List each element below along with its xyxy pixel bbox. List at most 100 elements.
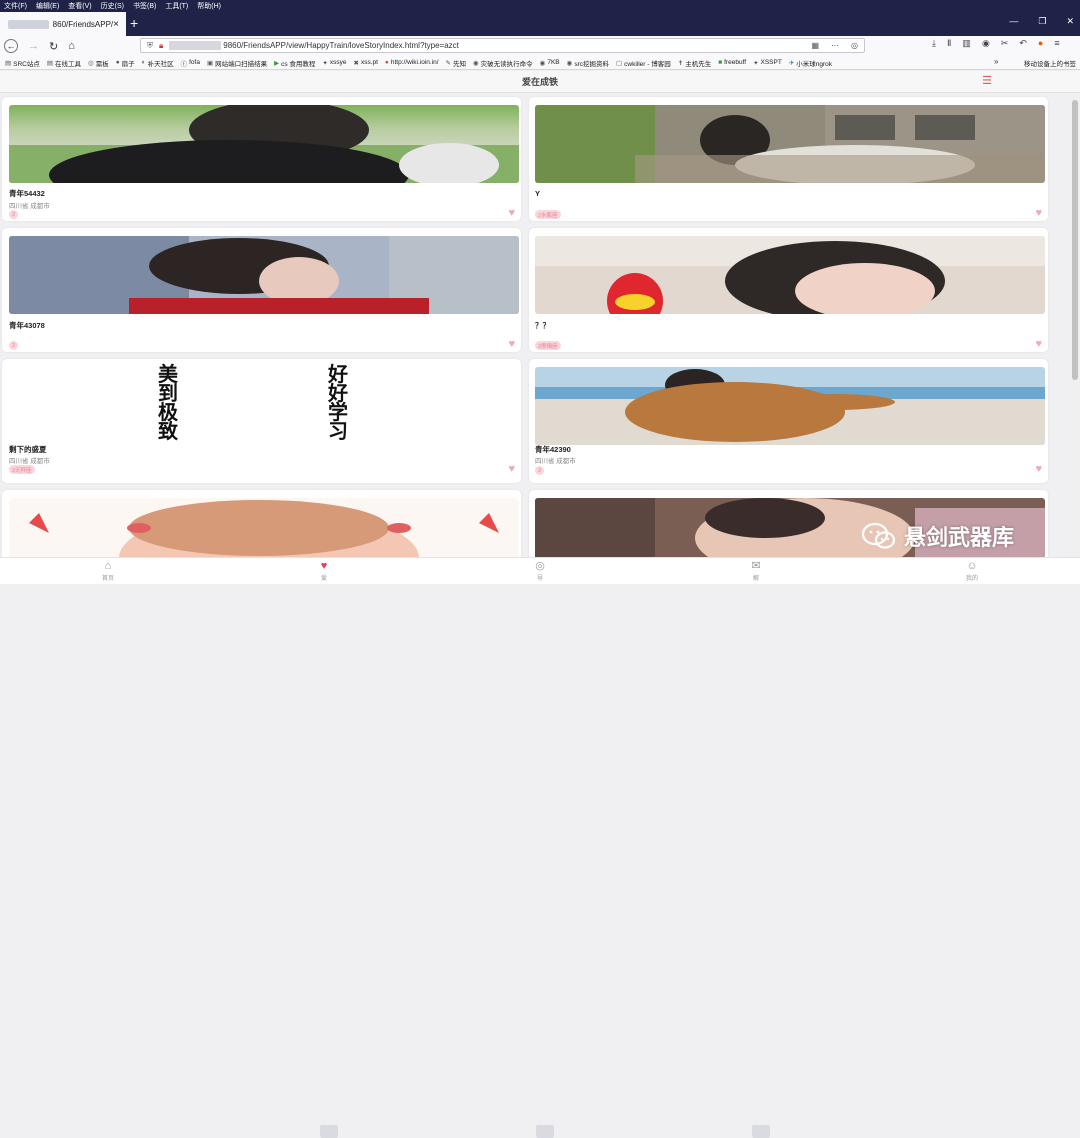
menu-tools[interactable]: 工具(T) xyxy=(165,1,188,11)
site-icon: ▶ xyxy=(274,59,280,67)
heart-icon[interactable]: ♥ xyxy=(508,338,515,350)
github-icon: ◉ xyxy=(539,59,546,67)
bookmark-item[interactable]: ● 扇子 xyxy=(116,58,135,68)
bookmark-item[interactable]: ✝ 主机先生 xyxy=(678,58,711,68)
firefox-icon[interactable]: ● xyxy=(1038,38,1043,49)
zodiac-tag: 2天秤座 xyxy=(9,465,35,474)
photo-art xyxy=(29,500,499,557)
menu-history[interactable]: 历史(S) xyxy=(101,1,124,11)
menu-edit[interactable]: 编辑(E) xyxy=(36,1,59,11)
menu-view[interactable]: 查看(V) xyxy=(68,1,91,11)
profile-card[interactable]: 青年42390 四川省 成都市 2 ♥ xyxy=(529,359,1048,483)
bookmark-item[interactable]: ▶ cs 食用教程 xyxy=(274,58,315,68)
sidebar-icon[interactable]: ▥ xyxy=(962,38,971,49)
profile-card[interactable] xyxy=(2,490,521,557)
bookmark-item[interactable]: ✖ xss.pt xyxy=(353,59,377,67)
heart-icon[interactable]: ♥ xyxy=(1035,207,1042,219)
menu-icon[interactable]: ≡ xyxy=(1054,38,1059,49)
profile-card[interactable]: Y 2水瓶座 ♥ xyxy=(529,97,1048,221)
bookmark-item[interactable]: ▤ SRC站点 xyxy=(5,58,40,68)
poster-char: 习 xyxy=(328,419,348,443)
photo-art xyxy=(9,236,519,314)
home-icon[interactable]: ⌂ xyxy=(68,40,75,52)
menu-help[interactable]: 帮助(H) xyxy=(197,1,221,11)
text-poster: 美 到 极 致 好 好 学 习 xyxy=(122,363,402,443)
profile-photo xyxy=(9,498,519,557)
new-tab-button[interactable]: + xyxy=(130,15,138,31)
bookmark-item[interactable]: ⓕ fofa xyxy=(181,58,200,68)
mobile-bookmarks[interactable]: 移动设备上的书签 xyxy=(1024,58,1076,68)
screenshot-icon[interactable]: ✂ xyxy=(1001,38,1009,49)
undo-icon[interactable]: ↶ xyxy=(1019,38,1027,49)
reader-icon[interactable]: ◎ xyxy=(851,41,858,50)
photo-art xyxy=(535,236,1045,314)
close-window-icon[interactable]: ✕ xyxy=(1066,16,1074,27)
profile-photo xyxy=(535,236,1045,314)
tab-guide[interactable]: ◎ 导 xyxy=(520,560,560,582)
compass-icon: ◎ xyxy=(535,560,545,572)
profile-card[interactable]: 美 到 极 致 好 好 学 习 剩下的盛夏 四川省 成都市 2天秤座 ♥ xyxy=(2,359,521,483)
photo-art xyxy=(9,105,519,183)
heart-icon[interactable]: ♥ xyxy=(508,463,515,475)
heart-icon[interactable]: ♥ xyxy=(508,207,515,219)
site-icon: ✝ xyxy=(677,59,684,67)
library-icon[interactable]: Ⅱ xyxy=(947,38,951,49)
profile-name: 青年42390 xyxy=(535,445,571,454)
heart-icon[interactable]: ♥ xyxy=(1035,463,1042,475)
heart-icon[interactable]: ♥ xyxy=(1035,338,1042,350)
bookmark-item[interactable]: ◉ 7KB xyxy=(540,59,560,67)
bookmark-item[interactable]: ● http://wiki.ioin.in/ xyxy=(385,59,439,66)
browser-tab[interactable]: 860/FriendsAPP/ × xyxy=(0,12,126,36)
minimize-icon[interactable]: — xyxy=(1009,16,1018,27)
profile-card[interactable]: 青年43078 2 ♥ xyxy=(2,228,521,352)
bookmark-item[interactable]: ◐ 补天社区 xyxy=(142,58,174,68)
qr-code-icon[interactable]: ▦ xyxy=(811,41,819,50)
list-menu-icon[interactable]: ☰ xyxy=(982,76,992,87)
shield-icon: ⛨ xyxy=(147,40,153,50)
bookmarks-overflow-icon[interactable]: » xyxy=(994,57,998,66)
tab-label: 解 xyxy=(752,576,759,582)
bookmark-item[interactable]: ▤ 在线工具 xyxy=(47,58,81,68)
bookmark-item[interactable]: ▣ 网站端口扫描结果 xyxy=(207,58,267,68)
zodiac-tag: 2 xyxy=(9,341,19,350)
bookmark-item[interactable]: ■ freebuff xyxy=(718,59,746,66)
menu-file[interactable]: 文件(F) xyxy=(4,1,27,11)
tab-messages[interactable]: ✉ 解 xyxy=(736,560,776,582)
bookmark-item[interactable]: ✎ 先知 xyxy=(446,58,466,68)
bookmark-item[interactable]: ◎ 需板 xyxy=(88,58,109,68)
folder-icon: ▤ xyxy=(46,59,54,67)
page-title: 爱在成铁 xyxy=(521,77,558,87)
bookmark-item[interactable]: ✦ xssye xyxy=(322,59,346,67)
tab-label: 导 xyxy=(536,576,543,582)
tab-label: 首页 xyxy=(101,576,114,582)
reload-icon[interactable]: ↻ xyxy=(49,40,58,53)
tab-home[interactable]: ⌂ 首页 xyxy=(88,560,128,582)
scrollbar-thumb[interactable] xyxy=(1072,100,1078,380)
download-icon[interactable]: ⤓ xyxy=(932,38,936,49)
forward-icon[interactable]: → xyxy=(28,40,39,52)
more-icon[interactable]: ⋯ xyxy=(831,41,839,50)
close-tab-icon[interactable]: × xyxy=(113,19,119,30)
account-icon[interactable]: ◉ xyxy=(982,38,990,49)
menu-bookmarks[interactable]: 书签(B) xyxy=(133,1,156,11)
profile-photo xyxy=(535,105,1045,183)
profile-name: 青年43078 xyxy=(9,321,45,330)
url-bar[interactable]: ⛨ 🔒︎ 9860/FriendsAPP/view/HappyTrain/lov… xyxy=(140,38,865,53)
maximize-icon[interactable]: ❐ xyxy=(1038,16,1046,27)
bookmark-item[interactable]: ✈ 小米球ngrok xyxy=(789,58,832,68)
tab-love[interactable]: ♥ 爱 xyxy=(304,560,344,582)
site-icon: ✎ xyxy=(445,59,451,67)
profile-card[interactable]: ？？ 2摩羯座 ♥ xyxy=(529,228,1048,352)
profile-name: ？？ xyxy=(535,321,550,330)
bookmark-item[interactable]: ✦ XSSPT xyxy=(753,59,782,67)
browser-menubar: 文件(F) 编辑(E) 查看(V) 历史(S) 书签(B) 工具(T) 帮助(H… xyxy=(0,0,1080,12)
back-button[interactable]: ← xyxy=(4,39,18,53)
bookmark-item[interactable]: ▢ cwkiller - 博客园 xyxy=(616,58,671,68)
url-text: 9860/FriendsAPP/view/HappyTrain/loveStor… xyxy=(223,41,459,50)
tab-me[interactable]: ☺ 我的 xyxy=(952,560,992,582)
bookmark-item[interactable]: ◉ src挖掘资料 xyxy=(567,58,609,68)
site-icon: ✖ xyxy=(353,59,359,67)
profile-card[interactable]: 青年54432 四川省 成都市 2 ♥ xyxy=(2,97,521,221)
bookmark-item[interactable]: ◉ 灾破无读执行命令 xyxy=(473,58,533,68)
profile-photo xyxy=(9,236,519,314)
